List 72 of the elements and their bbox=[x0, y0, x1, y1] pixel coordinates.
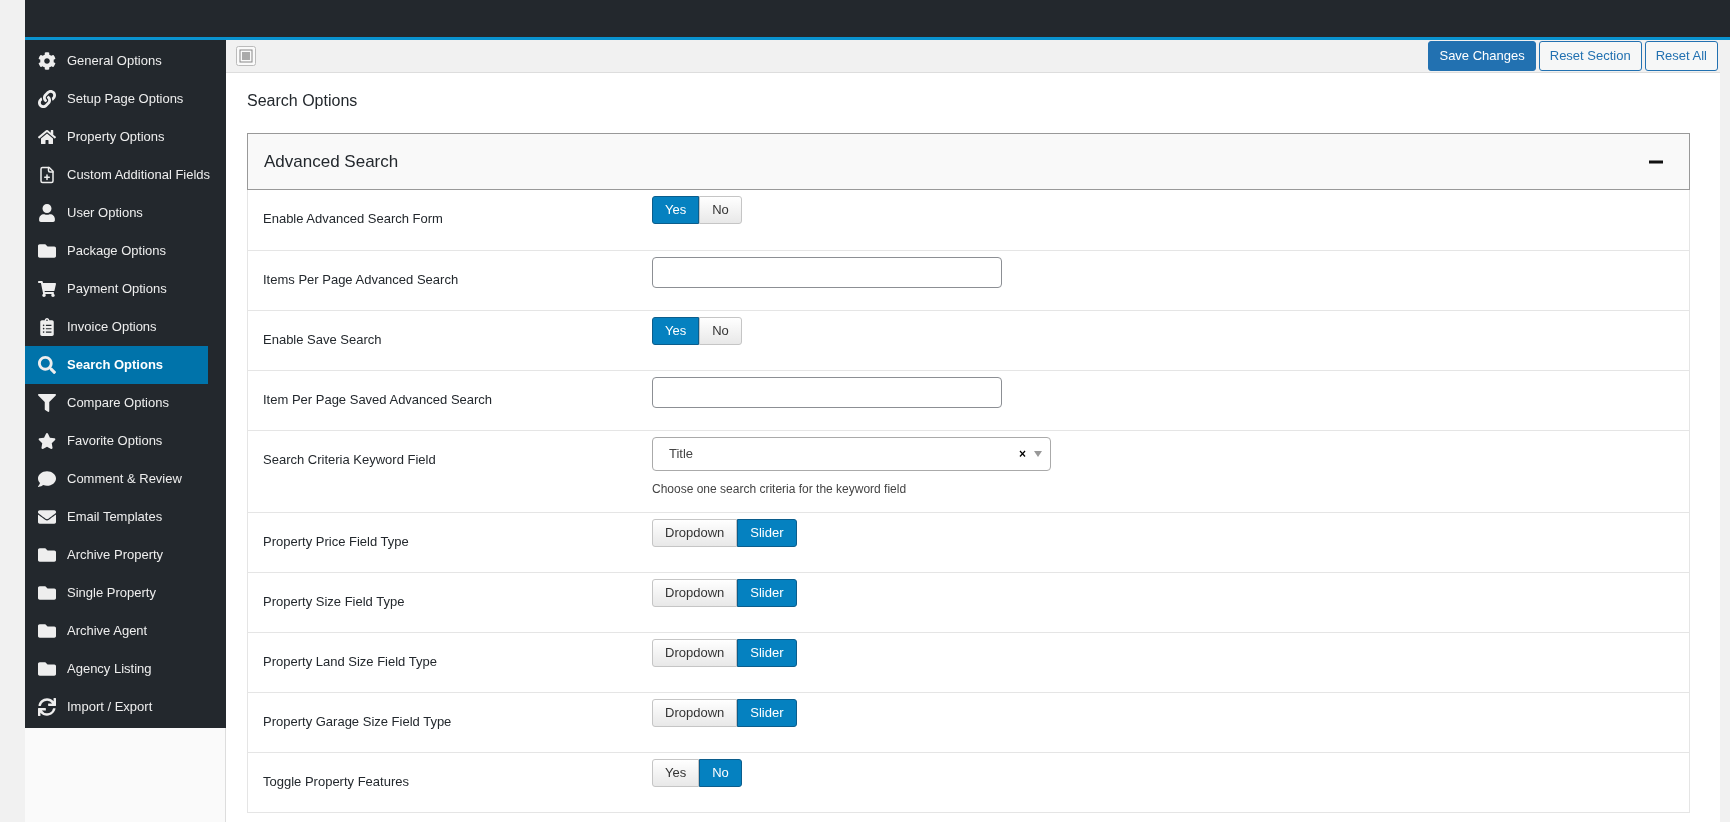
field-label: Enable Advanced Search Form bbox=[263, 210, 444, 228]
field-label: Property Garage Size Field Type bbox=[263, 713, 453, 731]
folder-icon bbox=[38, 660, 56, 678]
select-value: Title bbox=[669, 445, 695, 464]
star-icon bbox=[38, 432, 56, 450]
refresh-icon bbox=[38, 698, 56, 716]
field-label: Property Size Field Type bbox=[263, 593, 406, 611]
toggle-option[interactable]: Dropdown bbox=[652, 579, 738, 607]
sidebar-item[interactable]: General Options bbox=[25, 42, 206, 80]
folder-icon bbox=[38, 584, 56, 602]
sidebar-item[interactable]: Archive Agent bbox=[25, 612, 206, 650]
layout-icon bbox=[236, 46, 256, 66]
link-icon bbox=[38, 90, 56, 108]
reset-button[interactable]: Reset Section bbox=[1538, 41, 1642, 71]
speech-bubble-icon bbox=[38, 470, 56, 488]
toggle-option[interactable]: No bbox=[699, 759, 742, 787]
field-label: Property Land Size Field Type bbox=[263, 653, 438, 671]
toggle-option[interactable]: Slider bbox=[737, 699, 797, 727]
toggle-option[interactable]: Dropdown bbox=[652, 639, 738, 667]
sidebar-item[interactable]: Archive Property bbox=[25, 536, 206, 574]
sidebar-item[interactable]: Single Property bbox=[25, 574, 206, 612]
field-label: Toggle Property Features bbox=[263, 773, 410, 791]
folder-icon bbox=[38, 242, 56, 260]
input-field[interactable] bbox=[652, 377, 1002, 408]
filter-icon bbox=[38, 394, 56, 412]
sidebar-item[interactable]: Favorite Options bbox=[25, 422, 206, 460]
user-icon bbox=[38, 204, 56, 222]
envelope-icon bbox=[38, 508, 56, 526]
toggle-option[interactable]: Slider bbox=[737, 519, 797, 547]
clear-button[interactable]: × bbox=[1019, 445, 1026, 463]
toggle-option[interactable]: Slider bbox=[737, 579, 797, 607]
toggle-option[interactable]: Yes bbox=[652, 317, 700, 345]
sidebar-item[interactable]: Email Templates bbox=[25, 498, 206, 536]
field-label: Search Criteria Keyword Field bbox=[263, 451, 437, 469]
sidebar-item[interactable]: Property Options bbox=[25, 118, 206, 156]
sidebar-item[interactable]: Package Options bbox=[25, 232, 206, 270]
toggle-option[interactable]: Dropdown bbox=[652, 519, 738, 547]
page-title: Search Options bbox=[247, 91, 359, 111]
sidebar-item[interactable]: Search Options bbox=[25, 346, 208, 384]
toggle-option[interactable]: Yes bbox=[652, 759, 700, 787]
folder-icon bbox=[38, 546, 56, 564]
field-label: Item Per Page Saved Advanced Search bbox=[263, 391, 494, 409]
search-icon bbox=[38, 356, 56, 374]
house-icon bbox=[38, 128, 56, 146]
section-header[interactable]: Advanced Search bbox=[247, 133, 1690, 190]
sidebar-item[interactable]: Invoice Options bbox=[25, 308, 206, 346]
toggle-option[interactable]: No bbox=[699, 196, 742, 224]
file-plus-icon bbox=[38, 166, 56, 184]
sidebar-item[interactable]: Compare Options bbox=[25, 384, 206, 422]
sidebar-item[interactable]: User Options bbox=[25, 194, 206, 232]
field-label: Property Price Field Type bbox=[263, 533, 410, 551]
toggle-option[interactable]: Slider bbox=[737, 639, 797, 667]
select-field[interactable]: Title × bbox=[652, 437, 1051, 471]
folder-icon bbox=[38, 622, 56, 640]
sidebar-item[interactable]: Payment Options bbox=[25, 270, 206, 308]
toggle-option[interactable]: Dropdown bbox=[652, 699, 738, 727]
sidebar-item[interactable]: Comment & Review bbox=[25, 460, 206, 498]
clipboard-icon bbox=[38, 318, 56, 336]
toggle-option[interactable]: No bbox=[699, 317, 742, 345]
sidebar-item[interactable]: Setup Page Options bbox=[25, 80, 206, 118]
caret-icon bbox=[1034, 451, 1042, 457]
sidebar-item[interactable]: Agency Listing bbox=[25, 650, 206, 688]
toggle-option[interactable]: Yes bbox=[652, 196, 700, 224]
gear-icon bbox=[38, 52, 56, 70]
field-label: Enable Save Search bbox=[263, 331, 383, 349]
input-field[interactable] bbox=[652, 257, 1002, 288]
field-hint: Choose one search criteria for the keyword field bbox=[652, 481, 908, 498]
cart-icon bbox=[38, 280, 56, 298]
reset-button[interactable]: Reset All bbox=[1644, 41, 1718, 71]
field-label: Items Per Page Advanced Search bbox=[263, 271, 460, 289]
sidebar-item[interactable]: Import / Export bbox=[25, 688, 206, 726]
save-button[interactable]: Save Changes bbox=[1428, 41, 1536, 71]
